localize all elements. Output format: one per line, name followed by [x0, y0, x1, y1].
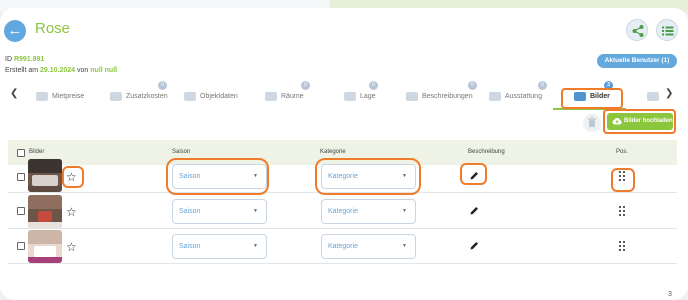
- tabs-next-icon[interactable]: ❯: [665, 88, 673, 99]
- tab-label: Räume: [281, 92, 304, 100]
- highlight-category: [315, 158, 421, 195]
- category-select[interactable]: Kategorie ▼: [321, 234, 416, 259]
- tab-label: Objektdaten: [200, 92, 238, 100]
- category-select[interactable]: Kategorie ▼: [321, 199, 416, 224]
- image-thumbnail[interactable]: [28, 230, 62, 263]
- image-thumbnail[interactable]: [28, 159, 62, 192]
- column-header: Bilder: [29, 149, 45, 155]
- tab-badge: 0: [369, 81, 378, 90]
- tab-badge: 0: [468, 81, 477, 90]
- category-value: Kategorie: [328, 208, 358, 215]
- tab-badge: 0: [158, 81, 167, 90]
- column-header: Kategorie: [320, 149, 346, 155]
- object-id: ID R991.891: [5, 56, 44, 63]
- highlight-description: [460, 163, 487, 185]
- tab-mietpreise[interactable]: Mietpreise: [36, 86, 84, 106]
- caret-down-icon: ▼: [253, 243, 258, 249]
- tab-label: Beschreibungen: [422, 92, 473, 100]
- highlight-tab-bilder: [561, 88, 623, 109]
- created-label: Erstellt am: [5, 67, 39, 74]
- bed-icon: [265, 91, 277, 101]
- pencil-icon[interactable]: [470, 206, 479, 215]
- page-number: 3: [668, 291, 672, 298]
- tab-objektdaten[interactable]: Objektdaten: [184, 86, 238, 106]
- trash-icon: [588, 117, 596, 127]
- highlight-position: [611, 168, 635, 192]
- row-checkbox[interactable]: [17, 207, 25, 215]
- tab-lage[interactable]: Lage 0: [344, 81, 378, 106]
- id-label: ID: [5, 56, 12, 63]
- tab-next-hidden[interactable]: [647, 86, 659, 106]
- tabs-prev-icon[interactable]: ❮: [10, 88, 18, 99]
- season-select[interactable]: Saison ▼: [172, 199, 267, 224]
- tab-badge: 0: [538, 81, 547, 90]
- column-header: Saison: [172, 149, 191, 155]
- text-icon: [406, 91, 418, 101]
- tab-label: Mietpreise: [52, 92, 85, 100]
- detail-card: ← Rose ID R991.891 Erstellt am 29.10.202…: [0, 8, 688, 300]
- costs-icon: [110, 91, 122, 101]
- list-button[interactable]: [656, 19, 678, 41]
- location-icon: [344, 91, 356, 101]
- table-row: ☆ Saison ▼ Kategorie ▼: [8, 194, 677, 229]
- furniture-icon: [489, 91, 501, 101]
- share-icon: [632, 25, 644, 37]
- tab-ausstattung[interactable]: Ausstattung 0: [489, 81, 547, 106]
- delete-button[interactable]: [583, 114, 601, 132]
- created-by: null null: [90, 67, 118, 74]
- share-button[interactable]: [626, 19, 648, 41]
- star-icon[interactable]: ☆: [66, 240, 77, 254]
- page-title: Rose: [35, 20, 71, 37]
- tab-badge: 0: [301, 81, 310, 90]
- star-icon[interactable]: ☆: [66, 205, 77, 219]
- column-header: Pos.: [616, 149, 629, 155]
- highlight-star: [62, 166, 84, 188]
- caret-down-icon: ▼: [402, 208, 407, 214]
- tab-raeume[interactable]: Räume 0: [265, 81, 310, 106]
- back-button[interactable]: ←: [4, 20, 26, 42]
- select-all-checkbox[interactable]: [17, 149, 25, 157]
- tab-label: Zusatzkosten: [126, 92, 168, 100]
- highlight-season: [166, 158, 269, 195]
- row-checkbox[interactable]: [17, 242, 25, 250]
- season-value: Saison: [179, 208, 201, 215]
- house-icon: [184, 91, 196, 101]
- caret-down-icon: ▼: [253, 208, 258, 214]
- tab-beschreibungen[interactable]: Beschreibungen 0: [406, 81, 477, 106]
- price-icon: [36, 91, 48, 101]
- document-icon: [647, 91, 659, 101]
- created-info: Erstellt am 29.10.2024 von null null: [5, 67, 117, 74]
- drag-handle-icon[interactable]: [619, 206, 627, 216]
- current-users-button[interactable]: Aktuelle Benutzer (1): [597, 54, 677, 68]
- category-value: Kategorie: [328, 243, 358, 250]
- pencil-icon[interactable]: [470, 241, 479, 250]
- list-icon: [662, 26, 674, 36]
- created-date: 29.10.2024: [40, 67, 76, 74]
- highlight-upload: [603, 109, 676, 134]
- id-value: R991.891: [13, 56, 45, 63]
- image-thumbnail[interactable]: [28, 195, 62, 228]
- season-value: Saison: [179, 243, 201, 250]
- tab-label: Lage: [360, 92, 376, 100]
- column-header: Beschreibung: [468, 149, 505, 155]
- season-select[interactable]: Saison ▼: [172, 234, 267, 259]
- created-by-label: von: [77, 67, 89, 74]
- drag-handle-icon[interactable]: [619, 241, 627, 251]
- tab-label: Ausstattung: [505, 92, 542, 100]
- row-checkbox[interactable]: [17, 173, 25, 181]
- tab-zusatzkosten[interactable]: Zusatzkosten 0: [110, 81, 168, 106]
- table-row: ☆ Saison ▼ Kategorie ▼: [8, 229, 677, 264]
- caret-down-icon: ▼: [402, 243, 407, 249]
